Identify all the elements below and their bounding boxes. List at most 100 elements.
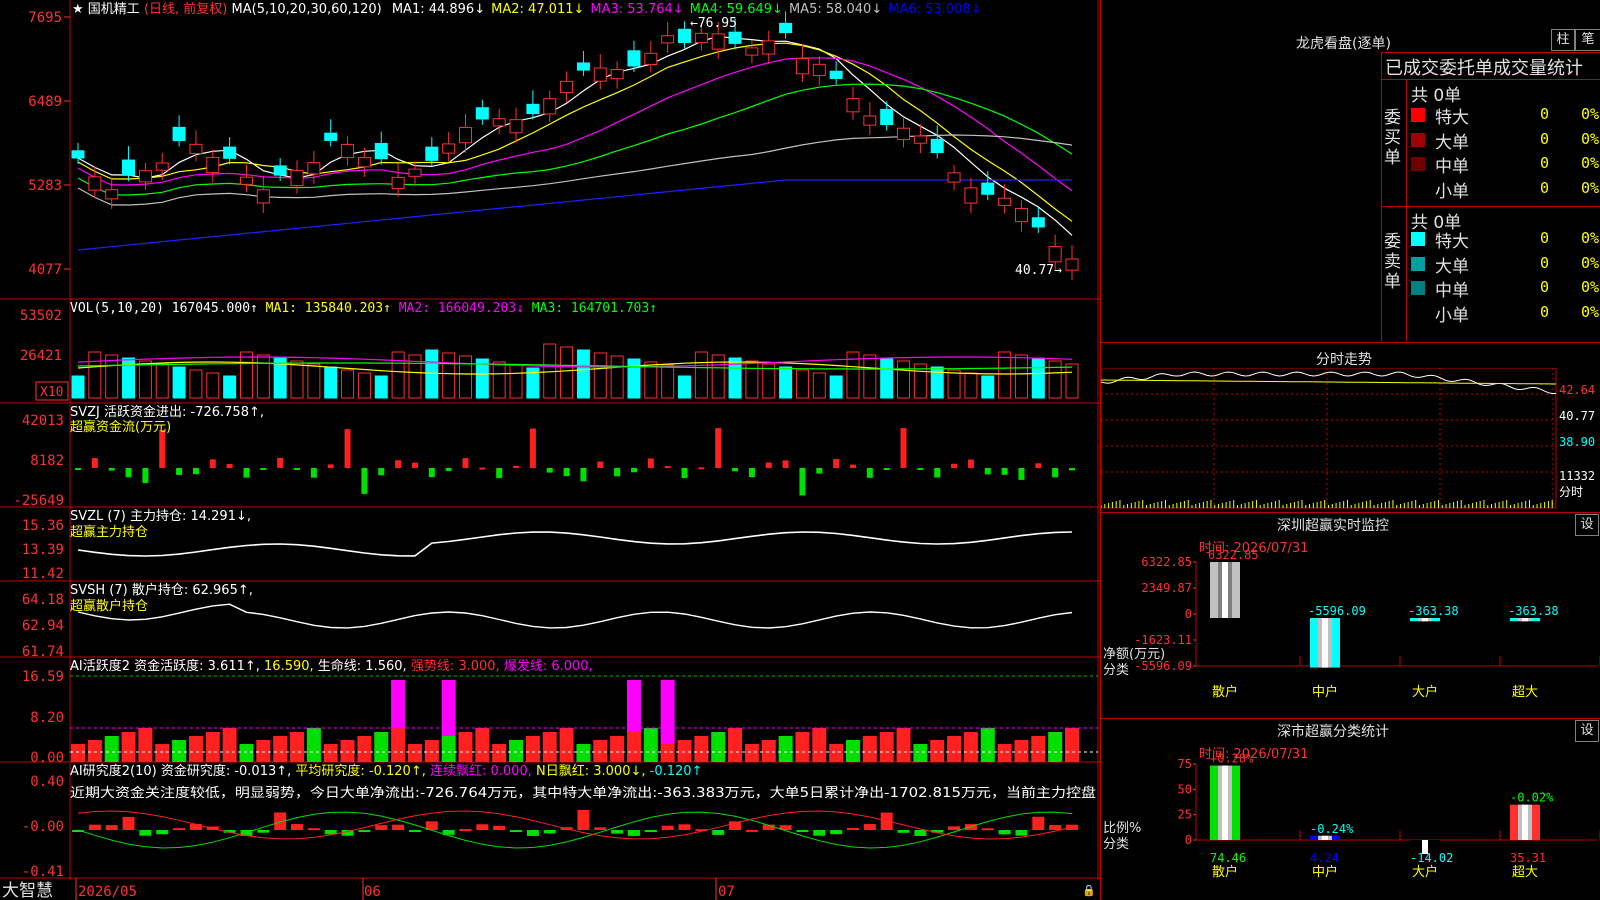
svsh-header: SVSH (7) 散户持仓: 62.965↑, [70, 582, 253, 598]
candle-body [189, 143, 203, 155]
price-tick: 7695 [28, 10, 62, 26]
vol-ma2: MA2: 166049.203↓ [399, 301, 524, 316]
candle-body [779, 22, 793, 34]
svzj-bar [513, 465, 520, 468]
ai1-peak-bar [626, 680, 641, 732]
candle-body [610, 69, 624, 80]
candle-body [644, 52, 658, 65]
ai2-bar [863, 824, 876, 830]
sz-class-settings-button[interactable]: 设 [1575, 720, 1599, 742]
chart-mode[interactable]: (日线, 前复权) [144, 1, 227, 17]
ai1-bar [829, 744, 844, 762]
volume-bar [492, 361, 506, 399]
ai2-bar [594, 827, 607, 830]
category-bar [1510, 618, 1540, 622]
candle-body [475, 107, 489, 120]
vol-unit: X10 [40, 385, 63, 400]
lock-icon[interactable]: 🔒 [1082, 884, 1096, 897]
ma-legend-item: MA1: 44.896↓ [392, 2, 485, 17]
candle-body [273, 165, 287, 176]
chart-tick: 6322.85 [1141, 555, 1192, 569]
bar-value-label: -0.24% [1310, 822, 1354, 836]
size-color-swatch [1411, 157, 1425, 171]
svzj-bar [479, 467, 486, 470]
intraday-tick: 42.64 [1559, 383, 1595, 397]
bar-value-label: -363.38 [1508, 604, 1559, 618]
ai1-bar [87, 740, 102, 762]
buy-side-label: 委买单 [1384, 108, 1401, 168]
candle-body [897, 127, 911, 140]
volume-bar [1065, 363, 1079, 399]
ai2-tick: -0.00 [22, 819, 64, 835]
ai1-bar [121, 732, 136, 762]
ai1-bar [391, 728, 406, 762]
svzj-bar [209, 459, 216, 468]
ai1-bar [879, 732, 894, 762]
ai2-bar [678, 824, 691, 830]
svzj-bar [664, 466, 671, 469]
high-price-label: 76.95 [698, 16, 737, 31]
volume-bar [391, 351, 405, 399]
ai2-bar [796, 830, 809, 832]
ai2-h3: 连续飘红: 0.000, [430, 763, 532, 779]
tick-mode-button[interactable]: 笔 [1575, 29, 1600, 51]
ai1-bar [273, 736, 288, 762]
svzj-bar [260, 468, 267, 470]
volume-bar [223, 375, 237, 399]
svzj-bar [782, 460, 789, 468]
bar-mode-button[interactable]: 柱 [1551, 29, 1575, 51]
svzl-tick: 13.39 [22, 542, 64, 558]
intraday-chart[interactable]: 42.64 40.77 38.90 11332 分时 [1101, 368, 1600, 510]
ai1-bar [845, 740, 860, 762]
candle-body [1031, 217, 1045, 228]
volume-bar [138, 360, 152, 399]
category-bar [1210, 765, 1240, 840]
volume-bar [880, 357, 894, 399]
candle-body [223, 146, 237, 159]
candle-body [357, 157, 371, 168]
category-label: 超大 [1512, 685, 1538, 700]
ai1-bar [407, 744, 422, 762]
ai2-bar [307, 828, 320, 831]
candle-body [964, 187, 978, 204]
category-label: 中户 [1312, 864, 1338, 880]
ai1-bar [458, 732, 473, 762]
size-count: 0 [1539, 105, 1549, 123]
ai1-bar [1014, 740, 1029, 762]
svzj-bar [226, 464, 233, 468]
bar-value-label: -0.02% [1510, 791, 1554, 805]
svzl-tick: 11.42 [22, 566, 64, 582]
volume-bar [795, 369, 809, 399]
volume-bar [88, 351, 102, 399]
svzj-bar [984, 468, 991, 475]
candle-body [122, 159, 136, 176]
ai2-bar [1032, 816, 1045, 830]
volume-bar [1048, 360, 1062, 399]
ai2-bar [897, 830, 910, 833]
sz-monitor-settings-button[interactable]: 设 [1575, 514, 1599, 536]
svzj-bar [765, 462, 772, 468]
volume-bar [661, 364, 675, 399]
ai1-bar [222, 728, 237, 762]
intraday-avg-line [1101, 379, 1556, 385]
svzj-bar [866, 468, 873, 478]
candle-body [408, 168, 422, 177]
svzj-bar [647, 458, 654, 468]
dragon-tabs[interactable]: 已成交委托单成交量统计 [1385, 54, 1583, 80]
ai2-bar [139, 830, 152, 836]
ma-legend-item: MA3: 53.764↓ [590, 2, 683, 17]
volume-bar [694, 351, 708, 399]
ai1-bar [862, 736, 877, 762]
ai2-bar [661, 825, 674, 830]
ai2-bar [981, 828, 994, 831]
volume-bar [964, 372, 978, 399]
svsh-sub: 超赢散户持仓 [70, 598, 148, 614]
svzj-bar [732, 468, 739, 472]
volume-bar [947, 369, 961, 399]
ai2-bar [459, 829, 472, 832]
ai1-bar [424, 740, 439, 762]
x-label: 2026/05 [78, 884, 137, 900]
candle-body [728, 31, 742, 44]
ai1-bar [138, 728, 153, 762]
main-kline-chart[interactable]: 7695 6489 5283 4077 ★ 国机精工 (日线, 前复权) MA(… [0, 0, 1100, 900]
